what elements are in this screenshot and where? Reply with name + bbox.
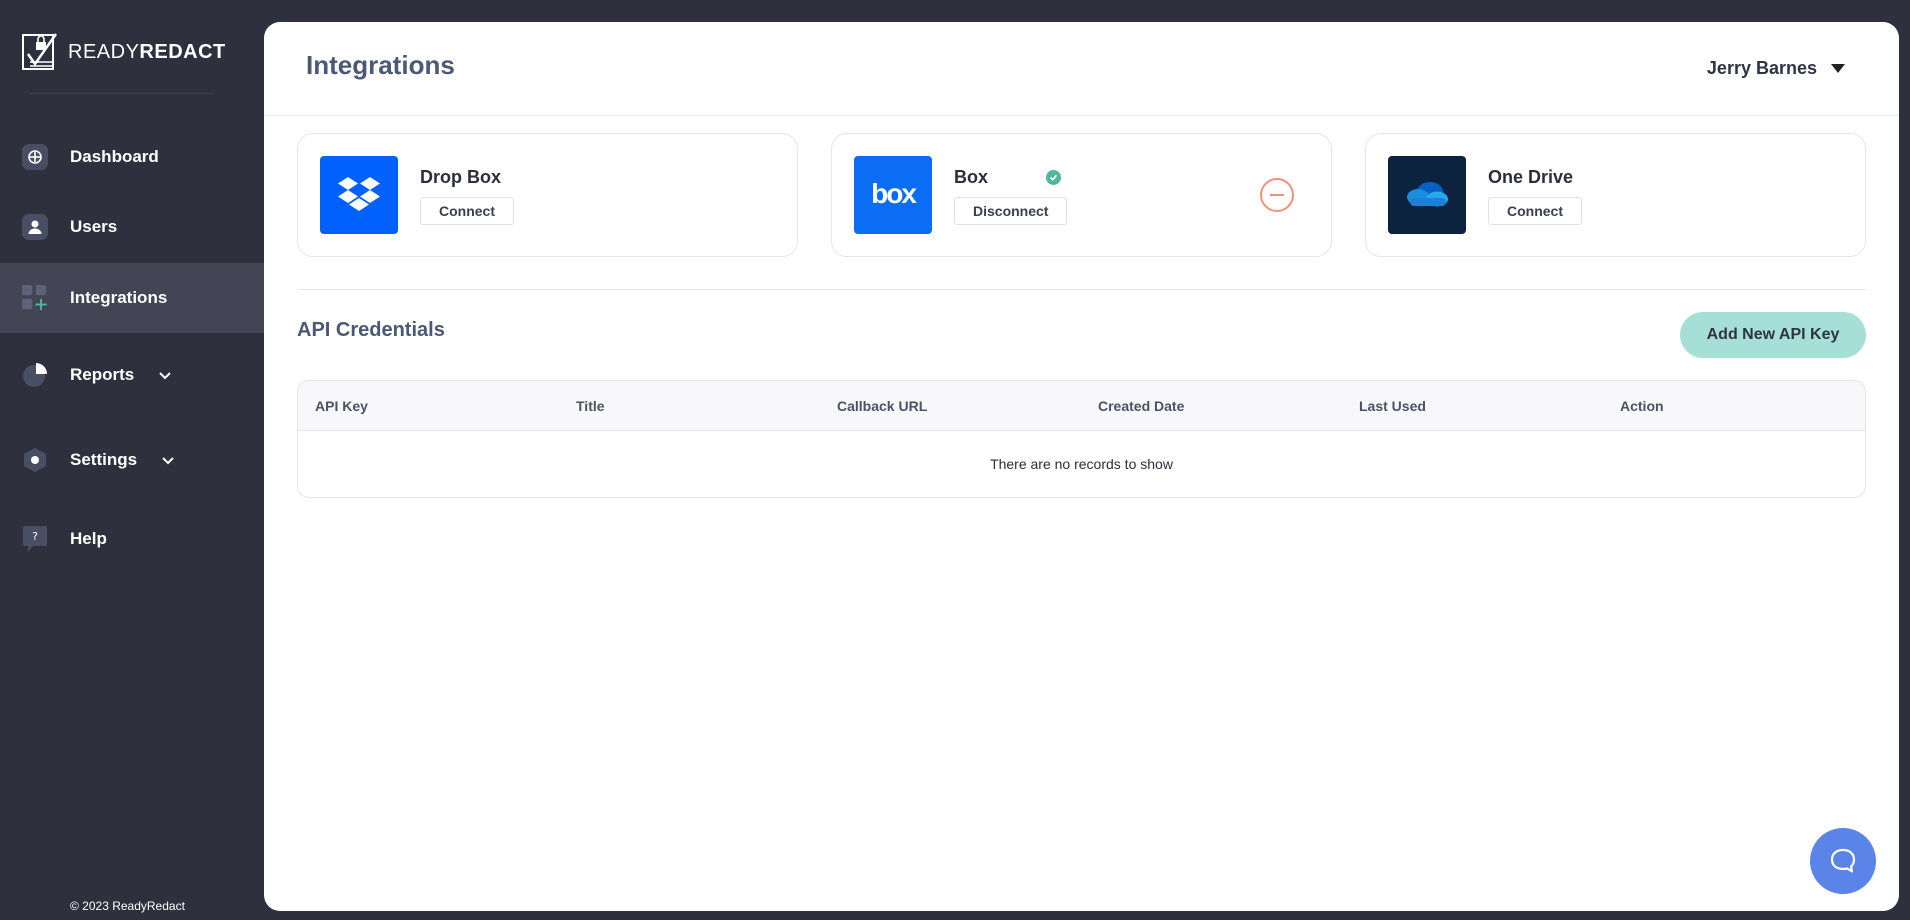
page-title: Integrations xyxy=(306,50,455,80)
integration-card-box: box Box Disconnect xyxy=(831,133,1332,257)
minus-icon xyxy=(1270,194,1284,196)
column-header-api-key[interactable]: API Key xyxy=(298,398,559,414)
settings-icon xyxy=(22,447,48,473)
sidebar: READYREDACT Dashboard Users Integrations… xyxy=(0,0,264,920)
sidebar-item-label: Reports xyxy=(70,365,135,384)
dropbox-connect-button[interactable]: Connect xyxy=(420,197,514,225)
table-header: API Key Title Callback URL Created Date … xyxy=(298,381,1865,431)
sidebar-item-label: Help xyxy=(70,529,107,548)
help-icon: ? xyxy=(22,526,48,552)
column-header-created-date[interactable]: Created Date xyxy=(1081,398,1342,414)
integrations-icon xyxy=(22,285,48,311)
integration-card-onedrive: One Drive Connect xyxy=(1365,133,1866,257)
logo-mark-icon xyxy=(22,32,60,72)
empty-table-message: There are no records to show xyxy=(990,456,1173,472)
brand-bold: REDACT xyxy=(139,40,226,63)
dashboard-icon xyxy=(22,144,48,170)
integration-cards: Drop Box Connect box Box Disconnect One … xyxy=(297,133,1866,257)
app-logo[interactable]: READYREDACT xyxy=(22,32,226,72)
remove-integration-button[interactable] xyxy=(1260,178,1294,212)
column-header-title[interactable]: Title xyxy=(559,398,820,414)
sidebar-item-settings[interactable]: Settings xyxy=(0,425,264,495)
integration-name: One Drive xyxy=(1488,167,1574,187)
user-menu[interactable]: Jerry Barnes xyxy=(1707,58,1845,79)
integration-name: Box xyxy=(954,167,989,187)
chat-support-button[interactable] xyxy=(1810,828,1876,894)
page-header: Integrations Jerry Barnes xyxy=(264,22,1899,116)
chat-bubble-icon xyxy=(1830,848,1856,873)
api-credentials-title: API Credentials xyxy=(297,319,445,341)
svg-text:?: ? xyxy=(32,530,38,543)
column-header-action: Action xyxy=(1620,397,1664,414)
onedrive-connect-button[interactable]: Connect xyxy=(1488,197,1582,225)
sidebar-item-users[interactable]: Users xyxy=(0,192,264,262)
sidebar-item-label: Users xyxy=(70,217,118,236)
reports-icon xyxy=(22,362,48,388)
sidebar-item-label: Integrations xyxy=(70,288,168,307)
brand-light: READY xyxy=(68,40,140,63)
sidebar-item-dashboard[interactable]: Dashboard xyxy=(0,122,264,192)
logo-divider xyxy=(30,93,215,94)
column-header-last-used[interactable]: Last Used xyxy=(1342,398,1603,414)
sidebar-item-label: Dashboard xyxy=(70,147,159,166)
user-name: Jerry Barnes xyxy=(1706,58,1817,78)
chevron-down-icon xyxy=(159,451,177,469)
dropbox-logo-icon xyxy=(320,156,398,234)
sidebar-item-label: Settings xyxy=(70,450,138,469)
onedrive-logo-icon xyxy=(1388,156,1466,234)
sidebar-item-integrations[interactable]: Integrations xyxy=(0,263,264,333)
main-panel: Integrations Jerry Barnes Drop Box Conne… xyxy=(264,22,1899,911)
chevron-down-icon xyxy=(156,366,174,384)
copyright: © 2023 ReadyRedact xyxy=(70,899,185,913)
logo-text: READYREDACT xyxy=(68,41,226,64)
verified-check-icon xyxy=(1046,170,1061,185)
sidebar-item-reports[interactable]: Reports xyxy=(0,340,264,410)
integration-card-dropbox: Drop Box Connect xyxy=(297,133,798,257)
column-header-callback-url[interactable]: Callback URL xyxy=(820,398,1081,414)
integration-name: Drop Box xyxy=(420,167,501,187)
caret-down-icon xyxy=(1831,64,1845,73)
section-divider xyxy=(297,289,1866,290)
user-icon xyxy=(22,214,48,240)
box-logo-icon: box xyxy=(854,156,932,234)
api-credentials-table: API Key Title Callback URL Created Date … xyxy=(297,380,1866,498)
box-disconnect-button[interactable]: Disconnect xyxy=(954,197,1068,225)
sidebar-item-help[interactable]: ? Help xyxy=(0,504,264,574)
add-api-key-button[interactable]: Add New API Key xyxy=(1680,312,1866,358)
svg-text:box: box xyxy=(871,180,917,209)
